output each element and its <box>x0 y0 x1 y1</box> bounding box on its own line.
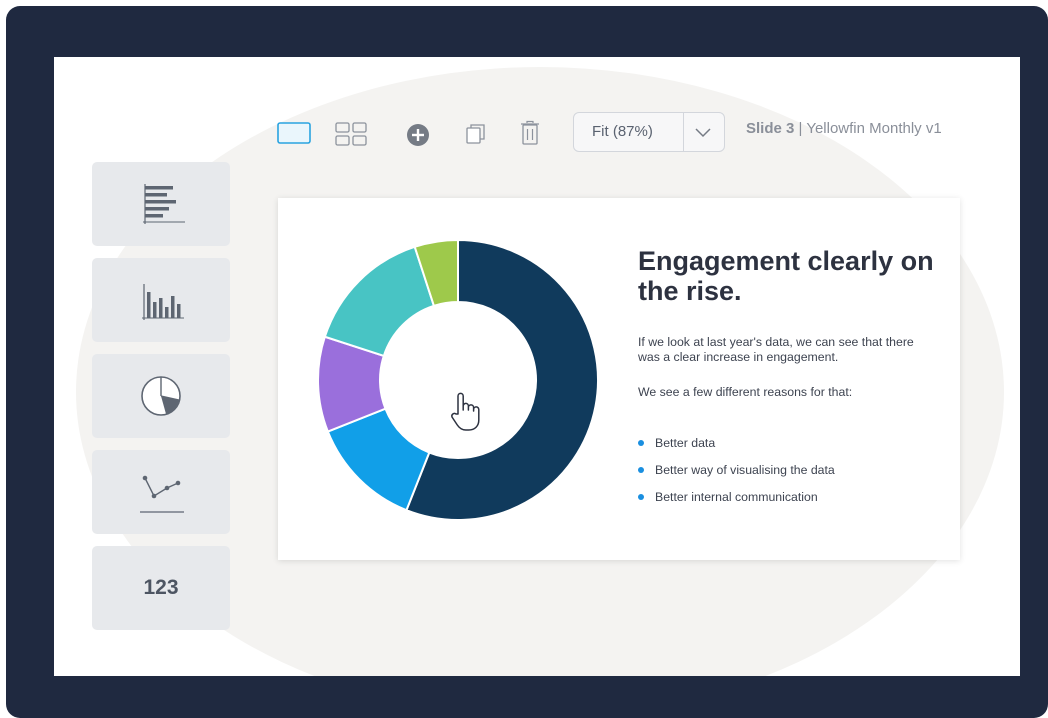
column-chart-icon <box>142 284 184 320</box>
zoom-select-divider <box>683 113 684 151</box>
slide-number: Slide 3 <box>746 120 795 137</box>
list-item: Better internal communication <box>638 489 835 516</box>
bar-chart-button[interactable] <box>92 162 230 246</box>
bullet-dot-icon <box>638 467 644 473</box>
list-item: Better way of visualising the data <box>638 462 835 489</box>
bar-chart-icon <box>143 184 185 224</box>
number-icon: 123 <box>143 576 179 599</box>
number-button[interactable]: 123 <box>92 546 230 630</box>
zoom-select-value: Fit (87%) <box>592 123 653 140</box>
column-chart-button[interactable] <box>92 258 230 342</box>
presentation-name: | Yellowfin Monthly v1 <box>798 120 942 137</box>
toolbar: Fit (87%) Slide 3 | Yellowfin Monthly v1 <box>54 57 1020 157</box>
bullet-dot-icon <box>638 440 644 446</box>
single-slide-view-icon[interactable] <box>277 122 311 149</box>
hand-cursor-icon <box>448 390 484 439</box>
slide-info: Slide 3 | Yellowfin Monthly v1 <box>746 120 942 137</box>
zoom-select[interactable]: Fit (87%) <box>573 112 725 152</box>
slide-paragraph-2: We see a few different reasons for that: <box>638 385 853 399</box>
trash-icon[interactable] <box>520 120 540 151</box>
app-frame: Fit (87%) Slide 3 | Yellowfin Monthly v1 <box>6 6 1048 718</box>
bullet-dot-icon <box>638 494 644 500</box>
chevron-down-icon[interactable] <box>692 121 714 148</box>
slide-preview[interactable]: Engagement clearly on the rise. If we lo… <box>278 198 960 560</box>
line-chart-icon <box>140 475 184 513</box>
grid-view-icon[interactable] <box>335 122 367 151</box>
slide-paragraph-1: If we look at last year's data, we can s… <box>638 335 914 364</box>
pie-chart-button[interactable] <box>92 354 230 438</box>
bullet-list: Better data Better way of visualising th… <box>638 435 835 516</box>
line-chart-button[interactable] <box>92 450 230 534</box>
list-item: Better data <box>638 435 835 462</box>
editor-canvas: Fit (87%) Slide 3 | Yellowfin Monthly v1 <box>54 57 1020 676</box>
pie-chart-icon <box>141 376 181 416</box>
add-icon[interactable] <box>406 123 430 152</box>
donut-chart[interactable] <box>314 236 602 524</box>
slide-title: Engagement clearly on the rise. <box>638 246 934 306</box>
duplicate-icon[interactable] <box>466 123 486 150</box>
donut-slice-3[interactable] <box>323 245 436 358</box>
